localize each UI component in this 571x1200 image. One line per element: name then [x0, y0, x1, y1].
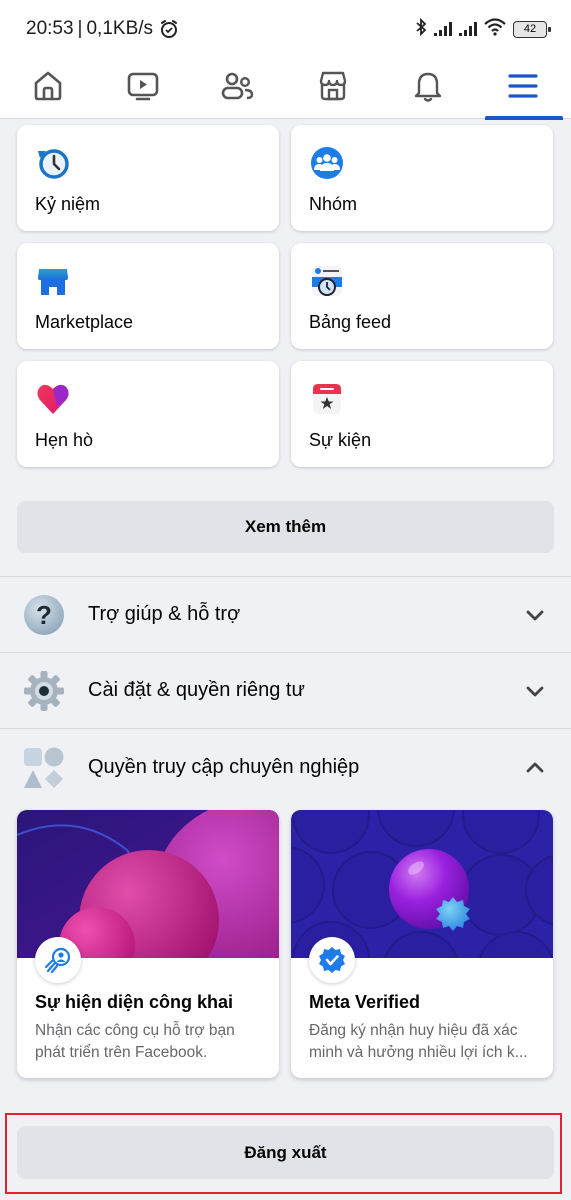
pro-card-title: Sự hiện diện công khai: [35, 992, 234, 1012]
pro-card-description: Đăng ký nhận huy hiệu đã xác minh và hưở…: [309, 1022, 528, 1061]
bell-icon: [411, 69, 445, 108]
signal-icon: [434, 22, 452, 36]
tab-marketplace[interactable]: [303, 58, 363, 119]
professional-cards: Sự hiện diện công khai Nhận các công cụ …: [17, 810, 554, 1078]
help-icon: ?: [22, 593, 66, 637]
memories-icon: [35, 145, 71, 181]
logout-button[interactable]: Đăng xuất: [17, 1126, 554, 1179]
chevron-down-icon: [525, 605, 545, 625]
chevron-up-icon: [525, 758, 545, 778]
public-presence-banner: [17, 810, 279, 958]
shortcut-events[interactable]: Sự kiện: [291, 361, 553, 467]
home-icon: [31, 69, 65, 108]
shortcut-label: Sự kiện: [309, 430, 372, 450]
status-time: 20:53: [26, 18, 74, 39]
chevron-down-icon: [525, 681, 545, 701]
battery-icon: 42: [513, 20, 551, 38]
status-right: 42: [415, 17, 551, 41]
section-label: Quyền truy cập chuyên nghiệp: [88, 756, 360, 778]
groups-icon: [309, 145, 345, 181]
shortcut-dating[interactable]: Hẹn hò: [17, 361, 279, 467]
feeds-icon: [309, 263, 345, 299]
tab-friends[interactable]: [208, 58, 268, 119]
section-help-support[interactable]: ? Trợ giúp & hỗ trợ: [0, 577, 571, 652]
settings-gear-icon: [22, 669, 66, 713]
menu-icon: [506, 69, 540, 108]
network-speed: 0,1KB/s: [86, 18, 154, 39]
shortcut-label: Nhóm: [309, 194, 358, 214]
bluetooth-icon: [415, 17, 427, 41]
professional-access-icon: [22, 746, 66, 790]
shortcut-memories[interactable]: Kỷ niệm: [17, 125, 279, 231]
marketplace-shop-icon: [35, 263, 71, 299]
status-separator: |: [77, 18, 83, 39]
status-bar: 20:53 | 0,1KB/s 42: [0, 0, 571, 58]
marketplace-icon: [316, 69, 350, 108]
tab-video[interactable]: [113, 58, 173, 119]
shortcut-label: Kỷ niệm: [35, 194, 101, 214]
tab-menu[interactable]: [485, 58, 564, 120]
top-nav: [0, 58, 571, 120]
events-calendar-icon: [309, 381, 345, 417]
meta-verified-banner: [291, 810, 553, 958]
pro-card-meta-verified[interactable]: Meta Verified Đăng ký nhận huy hiệu đã x…: [291, 810, 553, 1078]
section-label: Trợ giúp & hỗ trợ: [88, 603, 241, 625]
tab-notifications[interactable]: [398, 58, 458, 119]
status-left: 20:53 | 0,1KB/s: [26, 18, 179, 40]
section-label: Cài đặt & quyền riêng tư: [88, 679, 305, 701]
shortcut-feeds[interactable]: Bảng feed: [291, 243, 553, 349]
divider: [0, 728, 571, 729]
public-presence-icon: [35, 937, 81, 983]
see-more-button[interactable]: Xem thêm: [17, 501, 554, 553]
shortcut-label: Bảng feed: [309, 312, 392, 332]
section-professional-access[interactable]: Quyền truy cập chuyên nghiệp: [0, 730, 571, 805]
svg-text:?: ?: [36, 600, 52, 630]
pro-card-public-presence[interactable]: Sự hiện diện công khai Nhận các công cụ …: [17, 810, 279, 1078]
wifi-icon: [484, 17, 506, 41]
shortcut-label: Marketplace: [35, 312, 134, 332]
section-settings-privacy[interactable]: Cài đặt & quyền riêng tư: [0, 653, 571, 728]
tab-home[interactable]: [18, 58, 78, 119]
friends-icon: [220, 69, 256, 108]
shortcut-label: Hẹn hò: [35, 430, 94, 450]
dating-heart-icon: [35, 381, 71, 417]
video-icon: [126, 69, 160, 108]
shortcut-marketplace[interactable]: Marketplace: [17, 243, 279, 349]
shortcut-groups[interactable]: Nhóm: [291, 125, 553, 231]
alarm-icon: [159, 19, 179, 39]
pro-card-title: Meta Verified: [309, 992, 421, 1012]
verified-badge-icon: [309, 937, 355, 983]
shortcuts-grid: Kỷ niệm Nhóm Marketplace Bảng feed Hẹn h…: [17, 125, 554, 467]
signal-icon: [459, 22, 477, 36]
pro-card-description: Nhận các công cụ hỗ trợ bạn phát triển t…: [35, 1022, 235, 1061]
